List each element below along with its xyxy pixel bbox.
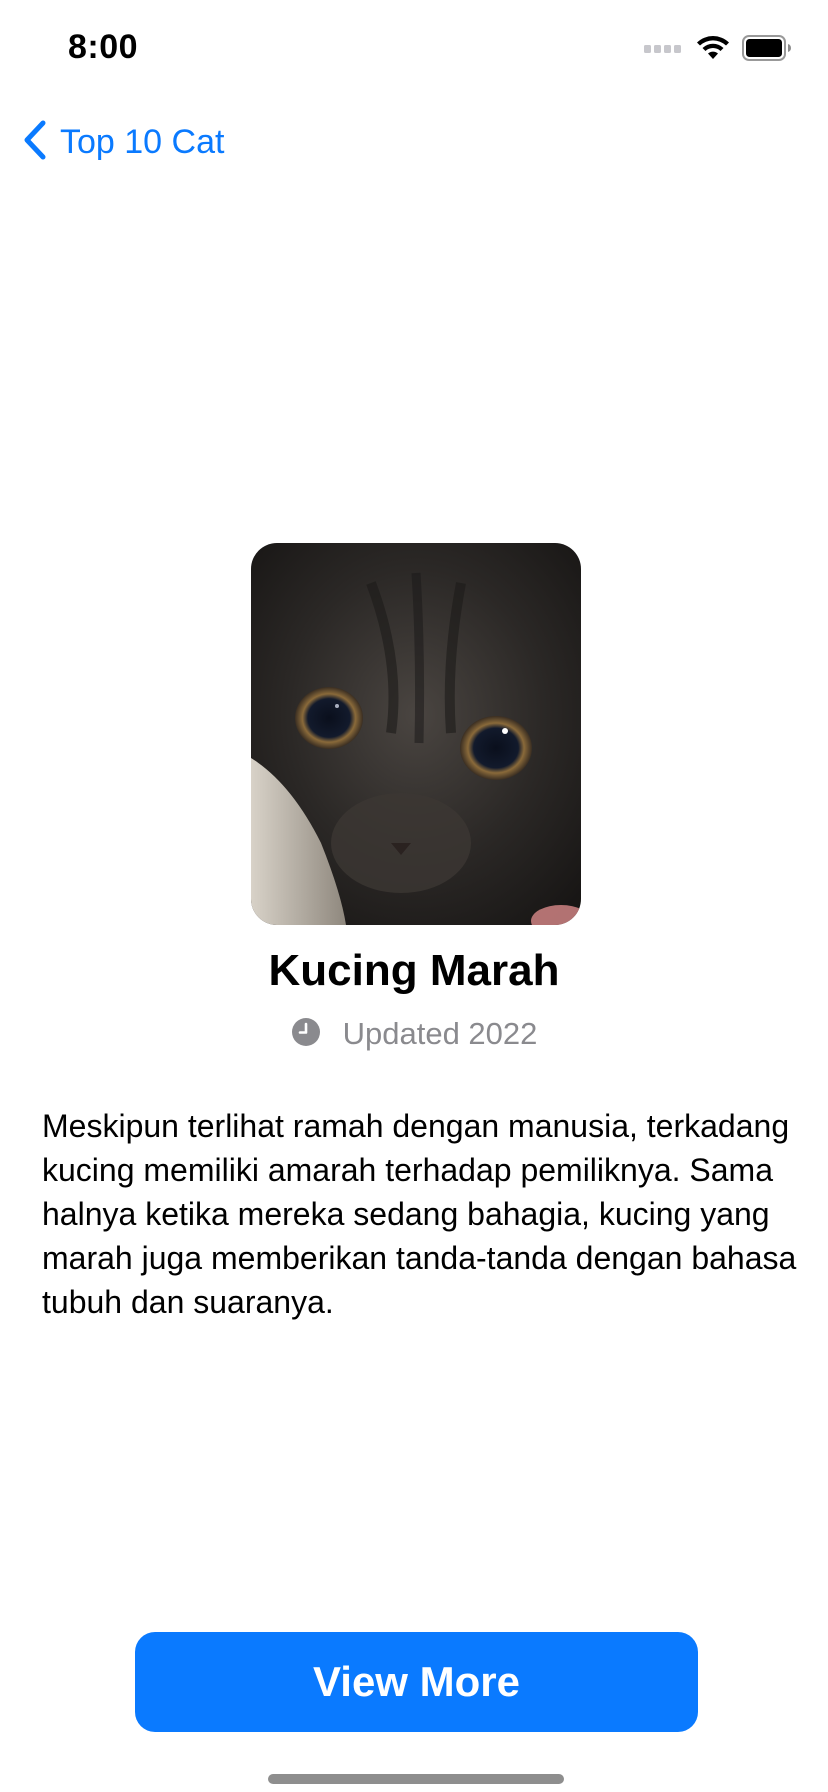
- wifi-icon: [696, 35, 730, 66]
- home-indicator[interactable]: [268, 1774, 564, 1784]
- back-button-label: Top 10 Cat: [60, 122, 225, 161]
- chevron-left-icon: [22, 120, 48, 165]
- status-time: 8:00: [68, 28, 139, 66]
- cellular-signal-icon: [644, 41, 684, 60]
- view-more-button[interactable]: View More: [135, 1632, 698, 1732]
- cat-photo: [251, 543, 581, 925]
- updated-text: Updated 2022: [342, 1016, 538, 1051]
- updated-row: Updated 2022: [0, 1016, 828, 1052]
- view-more-label: View More: [313, 1658, 520, 1705]
- back-button[interactable]: Top 10 Cat: [22, 116, 224, 168]
- cat-description: Meskipun terlihat ramah dengan manusia, …: [42, 1108, 797, 1320]
- cat-title: Kucing Marah: [268, 946, 560, 995]
- status-icons: [644, 34, 792, 66]
- status-bar: 8:00: [0, 0, 828, 100]
- battery-icon: [742, 34, 792, 66]
- clock-icon: [291, 1017, 321, 1052]
